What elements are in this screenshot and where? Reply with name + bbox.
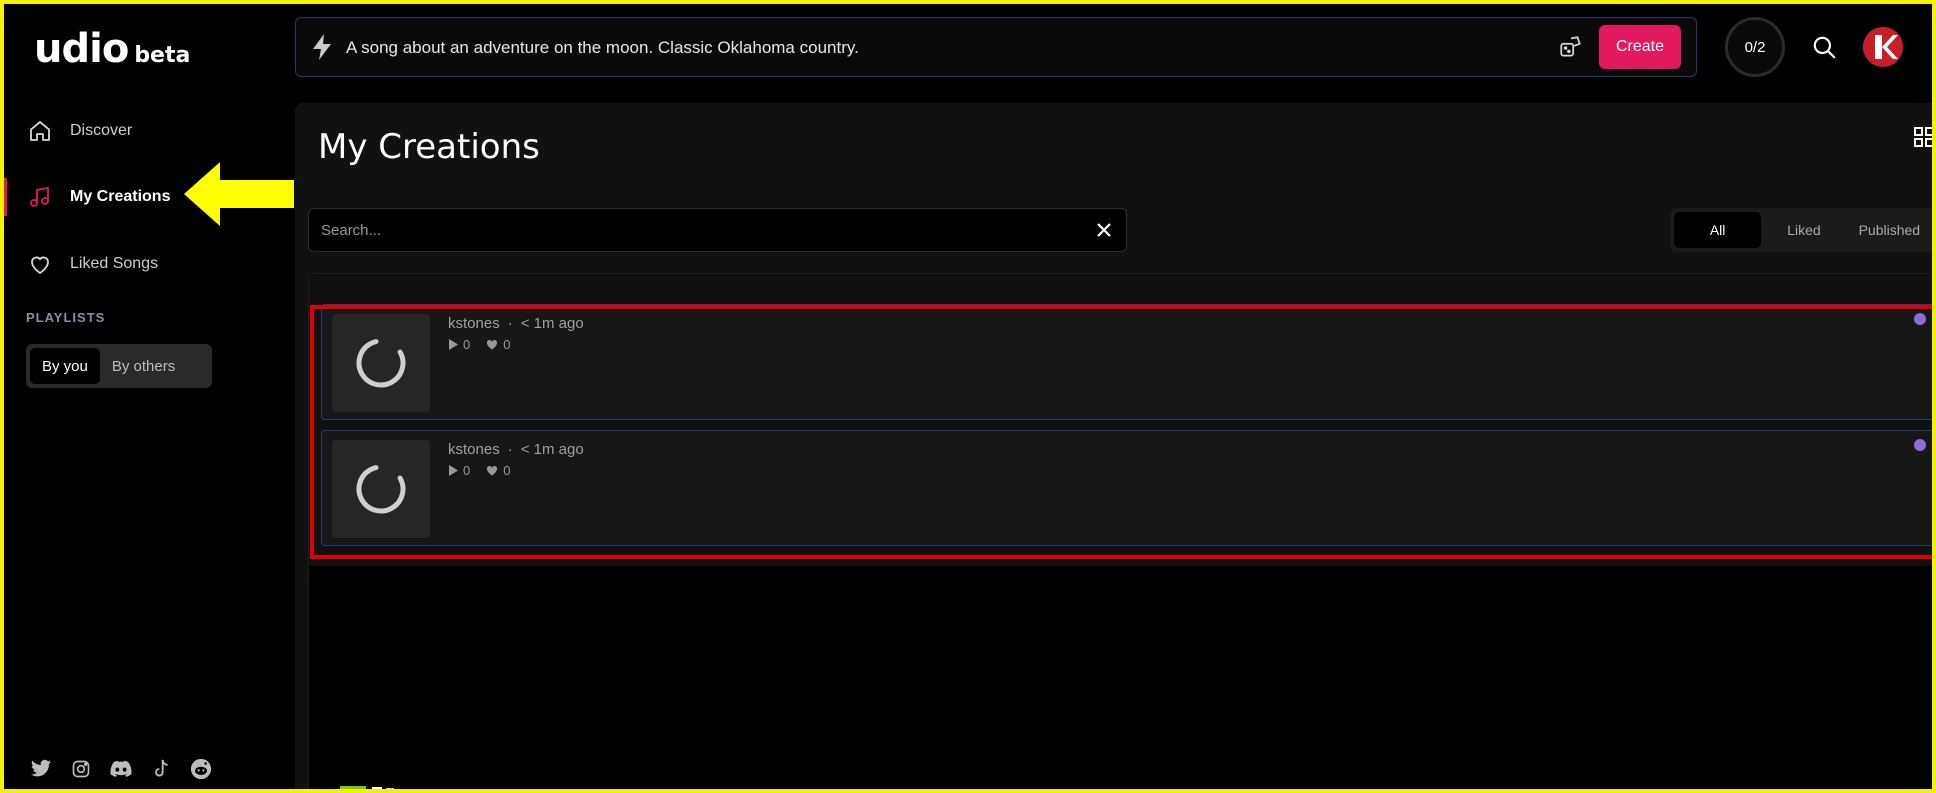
song-card[interactable]: kstones · < 1m ago 0 0 [321,430,1936,546]
sidebar-item-discover[interactable]: Discover [4,106,294,156]
logo-main-text: udio [34,26,129,72]
logo-sub-text: beta [134,43,191,68]
song-author[interactable]: kstones [448,315,500,332]
sidebar-item-label: My Creations [70,188,171,205]
loading-spinner-icon [332,314,430,412]
heart-filled-icon [487,339,498,350]
sidebar-item-liked-songs[interactable]: Liked Songs [4,239,294,289]
like-count: 0 [486,337,510,352]
prompt-bar: A song about an adventure on the moon. C… [295,17,1697,77]
play-count: 0 [448,337,470,352]
song-time: < 1m ago [520,315,584,332]
social-links [28,756,214,782]
create-button[interactable]: Create [1599,25,1681,69]
like-count-value: 0 [503,337,511,352]
udio-logo[interactable]: udio beta [34,26,190,72]
play-count: 0 [448,463,470,478]
search-input[interactable] [321,209,1081,251]
search-icon[interactable] [1811,34,1837,65]
song-card[interactable]: kstones · < 1m ago 0 0 [321,304,1936,420]
filter-all[interactable]: All [1674,212,1762,248]
page-title: My Creations [318,127,540,167]
like-count: 0 [486,463,510,478]
sidebar-item-label: Discover [70,122,133,139]
play-count-value: 0 [463,337,471,352]
lightning-icon [310,33,334,66]
playlists-heading: PLAYLISTS [26,310,106,325]
tab-by-you[interactable]: By you [30,348,100,384]
avatar[interactable] [1863,27,1903,67]
song-list: kstones · < 1m ago 0 0 kstones · < 1m ago [308,273,1936,793]
status-dot [1914,439,1926,451]
main-panel: My Creations All Liked Published kstones… [295,103,1936,793]
tiktok-icon[interactable] [148,756,174,782]
meta-separator: · [507,315,513,332]
prompt-input[interactable]: A song about an adventure on the moon. C… [346,38,859,58]
sidebar: udio beta Discover My Creations Liked So… [4,4,294,789]
annotation-arrow [184,162,294,226]
player-preview-sliver [340,786,394,793]
home-icon [26,117,54,145]
song-stats: 0 0 [448,463,510,478]
heart-icon [26,250,54,278]
random-prompt-icon[interactable] [1558,34,1584,65]
twitter-icon[interactable] [28,756,54,782]
sidebar-item-label: Liked Songs [70,255,159,272]
song-time: < 1m ago [520,441,584,458]
song-author[interactable]: kstones [448,441,500,458]
filter-segmented-control: All Liked Published [1670,208,1936,252]
loading-spinner-icon [332,440,430,538]
play-count-value: 0 [463,463,471,478]
play-icon [449,465,458,476]
song-stats: 0 0 [448,337,510,352]
status-dot [1914,313,1926,325]
close-icon[interactable] [1094,220,1114,245]
play-icon [449,339,458,350]
discord-icon[interactable] [108,756,134,782]
grid-view-icon[interactable] [1912,125,1936,154]
heart-filled-icon [487,465,498,476]
playlist-segmented-control: By you By others [26,344,212,388]
music-note-icon [26,183,54,211]
search-field [308,208,1127,252]
song-meta: kstones · < 1m ago [448,315,584,332]
tab-by-others[interactable]: By others [100,348,187,384]
credits-counter[interactable]: 0/2 [1725,17,1785,77]
song-meta: kstones · < 1m ago [448,441,584,458]
like-count-value: 0 [503,463,511,478]
reddit-icon[interactable] [188,756,214,782]
filter-published[interactable]: Published [1847,212,1932,248]
instagram-icon[interactable] [68,756,94,782]
meta-separator: · [507,441,513,458]
filter-liked[interactable]: Liked [1761,212,1846,248]
